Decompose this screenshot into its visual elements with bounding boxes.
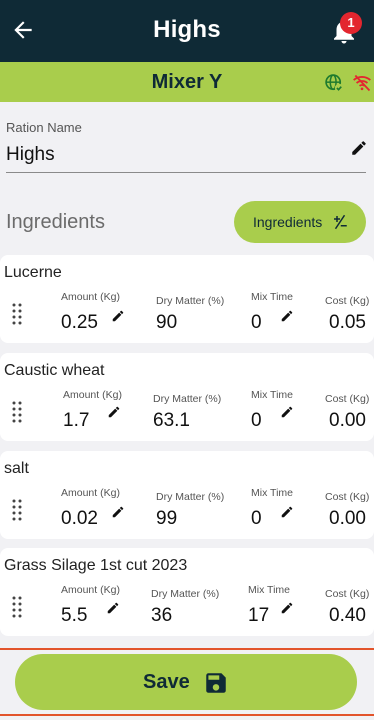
amount-value: 0.02 xyxy=(61,508,98,529)
edit-amount-pencil-icon[interactable] xyxy=(106,601,120,615)
ingredient-card[interactable]: Caustic wheat Amount (Kg) 1.7 Dry Matter… xyxy=(0,353,374,441)
drag-handle-icon[interactable] xyxy=(11,401,23,423)
ingredient-name: Lucerne xyxy=(4,264,62,281)
drag-handle-icon[interactable] xyxy=(11,499,23,521)
ingredients-button[interactable]: Ingredients xyxy=(234,201,366,243)
cost-label: Cost (Kg) xyxy=(325,393,370,405)
top-app-bar: Highs 1 xyxy=(0,0,374,62)
dry-matter-value: 90 xyxy=(156,312,178,333)
cost-value: 0.05 xyxy=(329,312,366,333)
mix-time-value: 17 xyxy=(248,605,270,626)
dry-matter-value: 63.1 xyxy=(153,410,190,431)
mix-time-label: Mix Time xyxy=(251,487,293,499)
cost-value: 0.40 xyxy=(329,605,366,626)
ration-name-label: Ration Name xyxy=(6,120,82,135)
edit-amount-pencil-icon[interactable] xyxy=(111,309,125,323)
ingredients-section-title: Ingredients xyxy=(6,211,105,233)
dry-matter-label: Dry Matter (%) xyxy=(156,491,225,503)
amount-label: Amount (Kg) xyxy=(61,487,120,499)
mix-time-label: Mix Time xyxy=(248,584,290,596)
edit-mix-time-pencil-icon[interactable] xyxy=(280,601,294,615)
mixer-name: Mixer Y xyxy=(151,71,223,93)
mix-time-value: 0 xyxy=(251,508,262,529)
ingredients-button-label: Ingredients xyxy=(253,214,323,230)
ingredient-name: Caustic wheat xyxy=(4,362,105,379)
dry-matter-label: Dry Matter (%) xyxy=(156,295,225,307)
ration-name-value[interactable]: Highs xyxy=(6,144,55,166)
amount-value: 1.7 xyxy=(63,410,90,431)
save-button[interactable]: Save xyxy=(15,654,357,710)
cost-label: Cost (Kg) xyxy=(325,295,370,307)
wifi-off-icon xyxy=(353,74,371,92)
ingredient-name: salt xyxy=(4,460,29,477)
mixer-bar: Mixer Y xyxy=(0,62,374,102)
globe-check-icon xyxy=(325,74,344,93)
dry-matter-value: 36 xyxy=(151,605,173,626)
ration-name-underline xyxy=(6,172,366,173)
footer-divider xyxy=(0,648,374,650)
ingredient-card[interactable]: Grass Silage 1st cut 2023 Amount (Kg) 5.… xyxy=(0,548,374,636)
page-title: Highs xyxy=(153,16,221,43)
amount-value: 0.25 xyxy=(61,312,98,333)
app-screen: Highs 1 Mixer Y Ration Name Highs Ingred… xyxy=(0,0,374,720)
ingredient-card[interactable]: Lucerne Amount (Kg) 0.25 Dry Matter (%) … xyxy=(0,255,374,343)
amount-value: 5.5 xyxy=(61,605,88,626)
drag-handle-icon[interactable] xyxy=(11,303,23,325)
edit-mix-time-pencil-icon[interactable] xyxy=(280,505,294,519)
cost-value: 0.00 xyxy=(329,508,366,529)
edit-amount-pencil-icon[interactable] xyxy=(107,405,121,419)
drag-handle-icon[interactable] xyxy=(11,596,23,618)
cost-label: Cost (Kg) xyxy=(325,588,370,600)
notification-badge: 1 xyxy=(340,12,362,34)
dry-matter-value: 99 xyxy=(156,508,178,529)
amount-label: Amount (Kg) xyxy=(61,291,120,303)
cost-label: Cost (Kg) xyxy=(325,491,370,503)
amount-label: Amount (Kg) xyxy=(63,389,122,401)
ingredient-name: Grass Silage 1st cut 2023 xyxy=(4,557,188,574)
edit-mix-time-pencil-icon[interactable] xyxy=(280,405,294,419)
mix-time-value: 0 xyxy=(251,410,262,431)
floppy-disk-icon xyxy=(206,673,226,693)
edit-mix-time-pencil-icon[interactable] xyxy=(280,309,294,323)
plus-minus-icon xyxy=(334,214,347,230)
pencil-icon[interactable] xyxy=(350,139,368,157)
save-button-label: Save xyxy=(143,671,190,693)
edit-amount-pencil-icon[interactable] xyxy=(111,505,125,519)
mix-time-value: 0 xyxy=(251,312,262,333)
ingredient-card[interactable]: salt Amount (Kg) 0.02 Dry Matter (%) 99 … xyxy=(0,451,374,539)
dry-matter-label: Dry Matter (%) xyxy=(153,393,222,405)
amount-label: Amount (Kg) xyxy=(61,584,120,596)
mix-time-label: Mix Time xyxy=(251,389,293,401)
dry-matter-label: Dry Matter (%) xyxy=(151,588,220,600)
mix-time-label: Mix Time xyxy=(251,291,293,303)
cost-value: 0.00 xyxy=(329,410,366,431)
bottom-accent-line xyxy=(0,714,374,716)
